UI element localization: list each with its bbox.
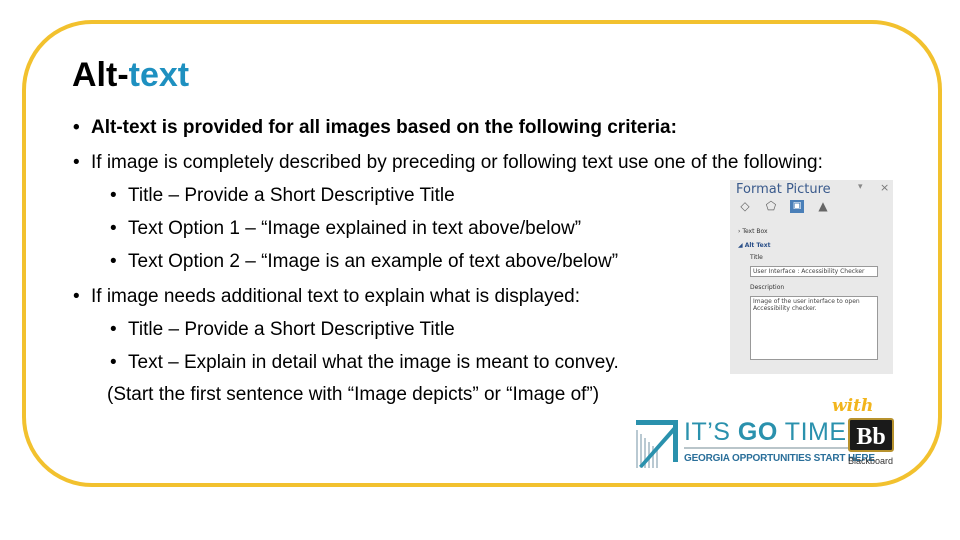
panel-title: Format Picture xyxy=(736,182,831,197)
bullet-text: Text Option 1 – “Image explained in text… xyxy=(128,218,582,239)
fill-line-icon: ◇ xyxy=(740,199,750,213)
sub-bullet-option-2: • Text Option 2 – “Image is an example of… xyxy=(110,251,618,273)
bullet-text: If image is completely described by prec… xyxy=(91,152,823,173)
sub-bullet-title: • Title – Provide a Short Descriptive Tit… xyxy=(110,185,455,207)
sub-bullet-text: • Text – Explain in detail what the image… xyxy=(110,352,619,374)
title-label: Title xyxy=(750,254,763,261)
picture-icon: ▲ xyxy=(818,199,828,213)
slide-title: Alt-text xyxy=(72,56,189,95)
section-text-box: › Text Box xyxy=(738,228,768,235)
title-field: User Interface : Accessibility Checker xyxy=(750,266,878,277)
blackboard-label: Blackboard xyxy=(848,456,894,466)
close-icon: × xyxy=(880,181,890,194)
logo-divider xyxy=(684,447,867,449)
title-accent: text xyxy=(128,56,190,94)
bullet-icon: • xyxy=(110,185,117,206)
sub-bullet-option-1: • Text Option 1 – “Image explained in tex… xyxy=(110,218,581,240)
section-alt-text: ◢ Alt Text xyxy=(738,242,771,249)
bullet-text: Title – Provide a Short Descriptive Titl… xyxy=(128,319,455,340)
bullet-text: Alt-text is provided for all images base… xyxy=(91,117,677,138)
bullet-text: If image needs additional text to explai… xyxy=(91,286,581,307)
bullet-icon: • xyxy=(110,352,117,373)
bullet-icon: • xyxy=(110,218,117,239)
logo-headline: IT’S GO TIME xyxy=(684,418,847,446)
bullet-icon: • xyxy=(110,319,117,340)
description-label: Description xyxy=(750,284,785,291)
with-text: with xyxy=(832,396,874,416)
bullet-described-by-text: • If image is completely described by pre… xyxy=(73,152,823,174)
logo-subline: GEORGIA OPPORTUNITIES START HERE xyxy=(684,453,875,464)
bullet-icon: • xyxy=(73,152,80,173)
sub-bullet-title-2: • Title – Provide a Short Descriptive Tit… xyxy=(110,319,455,341)
bullet-needs-additional-text: • If image needs additional text to expla… xyxy=(73,286,580,308)
bullet-icon: • xyxy=(110,251,117,272)
bullet-text: Text Option 2 – “Image is an example of … xyxy=(128,251,619,272)
bullet-text: Title – Provide a Short Descriptive Titl… xyxy=(128,185,455,206)
size-properties-icon: ▣ xyxy=(790,200,804,213)
effects-icon: ⬠ xyxy=(765,199,777,213)
bullet-criteria: • Alt-text is provided for all images bas… xyxy=(73,117,677,139)
pin-icon: ▾ xyxy=(858,182,863,192)
bullet-icon: • xyxy=(73,286,80,307)
bullet-text: Text – Explain in detail what the image … xyxy=(128,352,619,373)
format-picture-panel-screenshot: Format Picture ▾ × ◇ ⬠ ▣ ▲ › Text Box ◢ … xyxy=(730,180,893,374)
title-plain: Alt- xyxy=(72,56,129,94)
note-text: (Start the first sentence with “Image de… xyxy=(107,384,600,405)
bullet-icon: • xyxy=(73,117,80,138)
arrow-logo-icon xyxy=(636,420,678,468)
description-field: Image of the user interface to open Acce… xyxy=(750,296,878,360)
blackboard-logo-icon: Bb xyxy=(848,418,894,452)
